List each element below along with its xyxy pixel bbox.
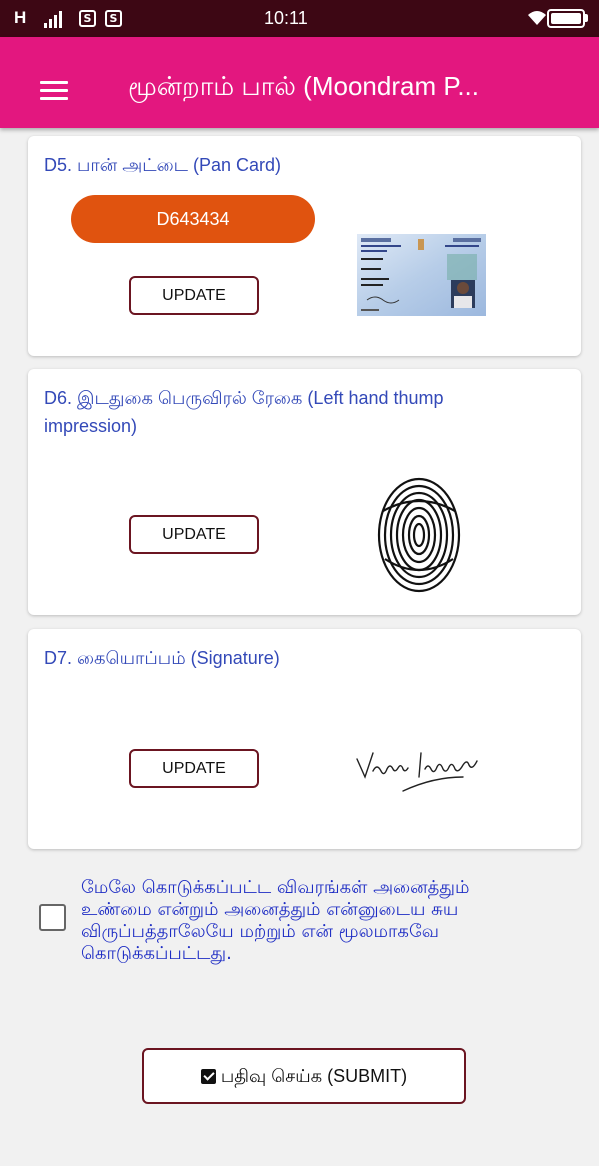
pan-update-button[interactable]: UPDATE <box>129 276 259 315</box>
app-title: மூன்றாம் பால் (Moondram P... <box>128 71 479 101</box>
consent-checkbox[interactable] <box>39 904 66 931</box>
thumb-impression-title-line1: D6. இடதுகை பெருவிரல் ரேகை (Left hand thu… <box>44 388 444 408</box>
submit-label: பதிவு செய்க (SUBMIT) <box>220 1066 408 1086</box>
clock: 10:11 <box>264 8 308 28</box>
app-bar: மூன்றாம் பால் (Moondram P... <box>0 37 599 128</box>
fingerprint-image[interactable] <box>375 471 465 595</box>
consent-text-line3: விருப்பத்தாலேயே மற்றும் என் மூலமாகவே <box>81 921 439 942</box>
hamburger-menu-icon[interactable] <box>40 81 68 101</box>
consent-text: மேலே கொடுக்கப்பட்ட விவரங்கள் அனைத்தும் உ… <box>81 877 541 965</box>
battery-icon <box>547 9 585 28</box>
pan-card-section: D5. பான் அட்டை (Pan Card) D643434 UPDATE <box>28 136 581 356</box>
consent-text-line1: மேலே கொடுக்கப்பட்ட விவரங்கள் அனைத்தும் <box>81 877 470 898</box>
thumb-update-button[interactable]: UPDATE <box>129 515 259 554</box>
pan-card-image[interactable] <box>357 234 486 316</box>
status-bar: H S S 10:11 <box>0 0 599 37</box>
network-type: H <box>14 8 28 27</box>
signature-section: D7. கையொப்பம் (Signature) UPDATE <box>28 629 581 849</box>
checkbox-checked-icon <box>200 1069 216 1084</box>
pan-card-title: D5. பான் அட்டை (Pan Card) <box>44 155 281 175</box>
pan-number-badge: D643434 <box>71 195 315 243</box>
signature-image[interactable] <box>353 747 493 797</box>
consent-text-line4: கொடுக்கப்பட்டது. <box>81 943 232 964</box>
submit-button[interactable]: பதிவு செய்க (SUBMIT) <box>142 1048 466 1104</box>
signal-strength-icon <box>44 10 66 28</box>
thumb-impression-title-line2: impression) <box>44 416 138 436</box>
notification-icon-2: S <box>105 10 122 27</box>
notification-icon-1: S <box>79 10 96 27</box>
thumb-impression-section: D6. இடதுகை பெருவிரல் ரேகை (Left hand thu… <box>28 369 581 615</box>
signature-title: D7. கையொப்பம் (Signature) <box>44 648 280 668</box>
wifi-icon <box>528 11 546 25</box>
battery-tip <box>585 14 588 22</box>
signature-update-button[interactable]: UPDATE <box>129 749 259 788</box>
consent-text-line2: உண்மை என்றும் அனைத்தும் என்னுடைய சுய <box>81 899 459 920</box>
